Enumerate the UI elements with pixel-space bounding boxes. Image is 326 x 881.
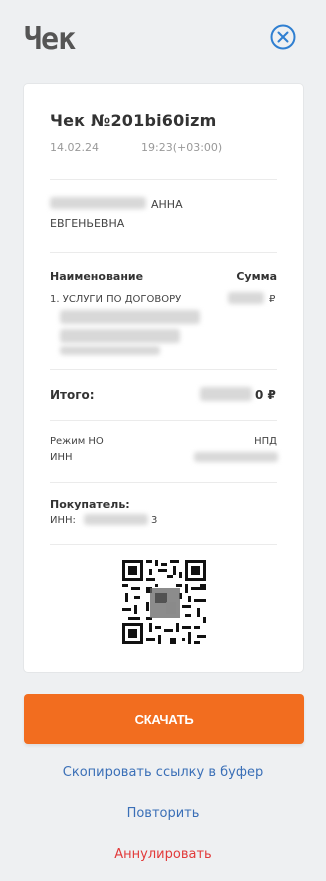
redacted-buyer-inn xyxy=(84,514,148,525)
redacted-item-details xyxy=(60,329,180,343)
download-button[interactable]: СКАЧАТЬ xyxy=(24,694,304,744)
header: Чек xyxy=(0,0,326,80)
client-patronymic: ЕВГЕНЬЕВНА xyxy=(50,217,125,230)
qr-code xyxy=(122,560,206,644)
redacted-inn xyxy=(194,452,278,462)
divider xyxy=(50,420,277,421)
divider xyxy=(50,482,277,483)
receipt-card: Чек №201bi60izm 14.02.24 19:23(+03:00) А… xyxy=(24,84,303,672)
tax-mode-value: НПД xyxy=(254,436,277,447)
client-name-part: АННА xyxy=(151,198,183,211)
divider xyxy=(50,252,277,253)
inn-label: ИНН xyxy=(50,452,73,463)
item-line: 1. УСЛУГИ ПО ДОГОВОРУ xyxy=(50,294,182,305)
buyer-inn-tail: 3 xyxy=(151,515,158,526)
divider xyxy=(50,544,277,545)
receipt-date: 14.02.24 xyxy=(50,141,99,154)
redacted-name xyxy=(50,197,146,209)
tax-mode-label: Режим НО xyxy=(50,436,104,447)
total-label: Итого: xyxy=(50,388,95,402)
cancel-receipt-button[interactable]: Аннулировать xyxy=(0,847,326,862)
total-value: 0 ₽ xyxy=(255,388,276,402)
column-header-name: Наименование xyxy=(50,270,144,283)
divider xyxy=(50,369,277,370)
buyer-inn-label: ИНН: xyxy=(50,515,76,526)
repeat-button[interactable]: Повторить xyxy=(0,806,326,821)
divider xyxy=(50,179,277,180)
close-icon[interactable] xyxy=(270,24,296,50)
page-title: Чек xyxy=(24,22,76,57)
receipt-number: Чек №201bi60izm xyxy=(50,111,217,130)
redacted-total xyxy=(200,387,252,401)
column-header-sum: Сумма xyxy=(236,270,277,283)
copy-link-button[interactable]: Скопировать ссылку в буфер xyxy=(0,765,326,780)
redacted-item-details xyxy=(60,310,200,324)
receipt-time: 19:23(+03:00) xyxy=(141,141,223,154)
redacted-item-details xyxy=(60,346,160,355)
redacted-item-sum xyxy=(228,292,264,304)
buyer-label: Покупатель: xyxy=(50,498,130,511)
item-currency: ₽ xyxy=(269,294,276,305)
